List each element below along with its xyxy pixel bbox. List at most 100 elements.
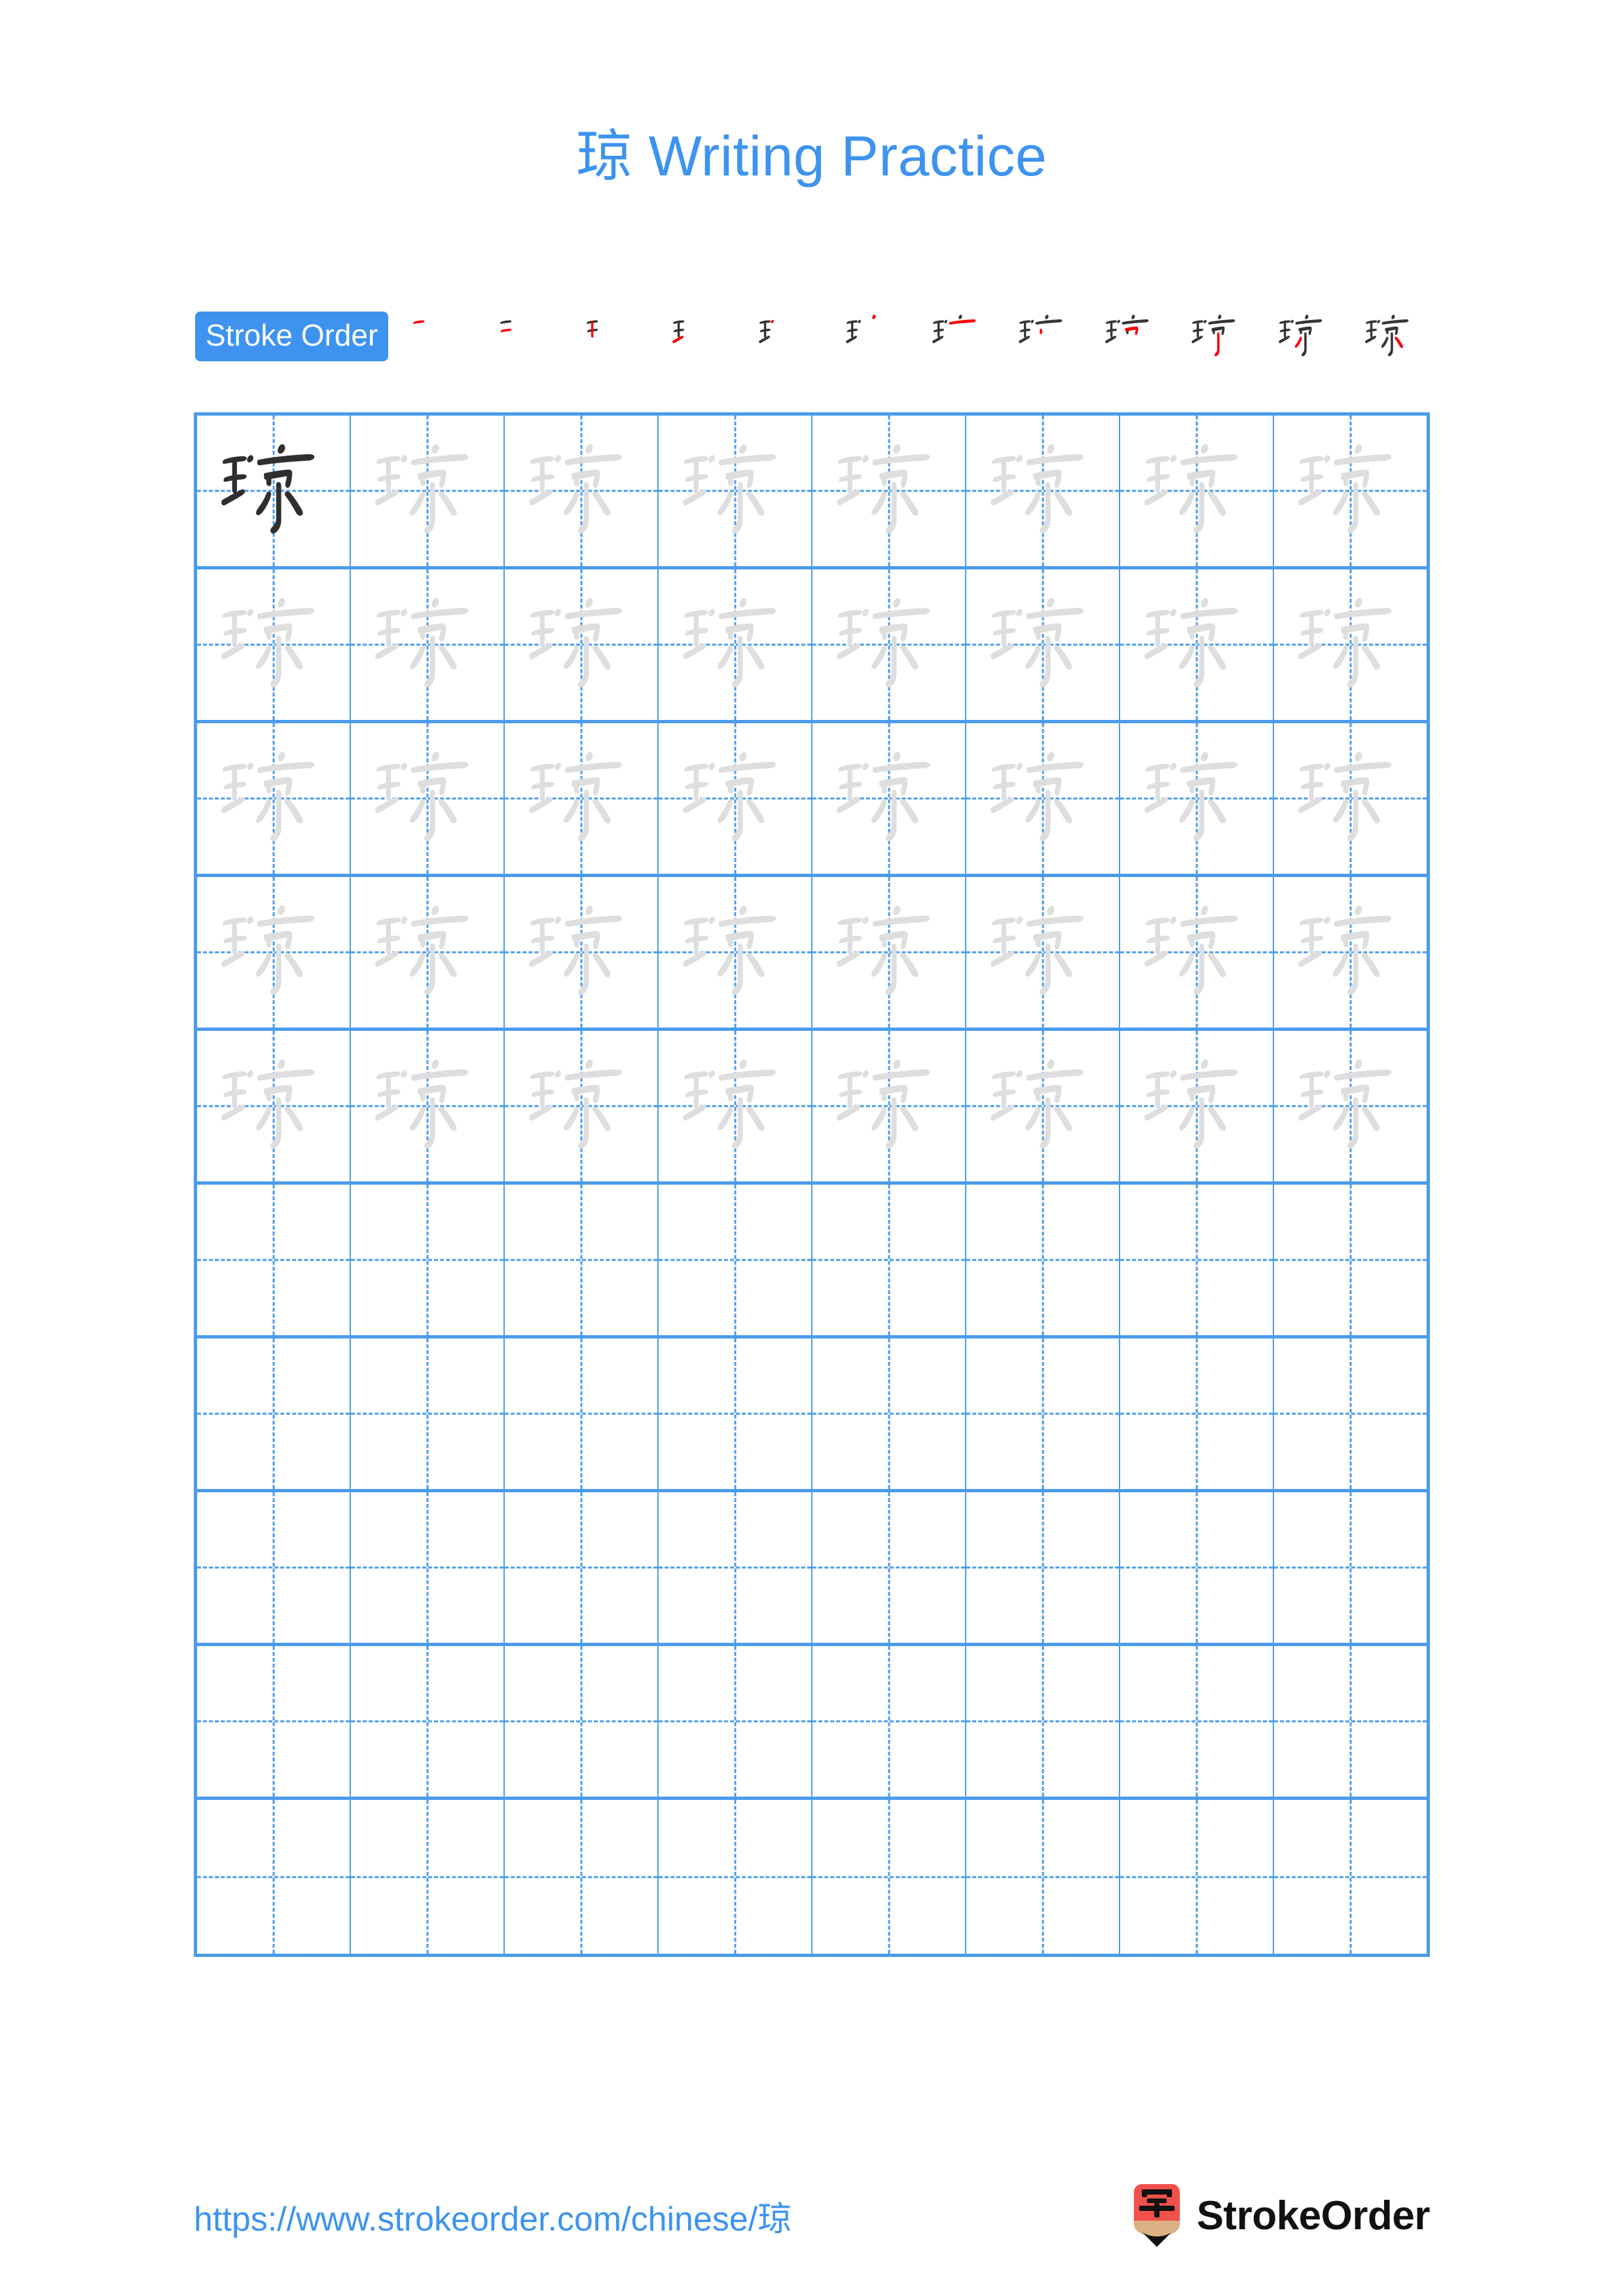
practice-cell[interactable] xyxy=(659,1646,812,1797)
practice-cell[interactable] xyxy=(659,416,812,566)
practice-cell[interactable] xyxy=(505,416,659,566)
practice-cell[interactable] xyxy=(351,723,505,874)
cell-horizontal-guide xyxy=(197,1720,350,1723)
practice-cell[interactable] xyxy=(505,569,659,720)
practice-cell[interactable] xyxy=(1274,416,1427,566)
stroke-diagram-11 xyxy=(1278,314,1322,357)
cell-vertical-guide xyxy=(272,1338,274,1489)
practice-cell[interactable] xyxy=(1120,877,1274,1028)
practice-cell[interactable] xyxy=(659,1185,812,1335)
practice-cell[interactable] xyxy=(1120,569,1274,720)
practice-cell[interactable] xyxy=(966,877,1120,1028)
practice-cell[interactable] xyxy=(505,1800,659,1954)
practice-cell[interactable] xyxy=(1274,1800,1427,1954)
practice-cell[interactable] xyxy=(351,1031,505,1181)
brand-logo[interactable]: StrokeOrder xyxy=(1131,2184,1431,2247)
practice-cell[interactable] xyxy=(197,877,351,1028)
practice-cell[interactable] xyxy=(197,1031,351,1181)
practice-cell[interactable] xyxy=(197,1800,351,1954)
practice-cell[interactable] xyxy=(1274,1185,1427,1335)
practice-cell[interactable] xyxy=(1274,1646,1427,1797)
practice-cell[interactable] xyxy=(1120,723,1274,874)
practice-cell[interactable] xyxy=(505,877,659,1028)
cell-horizontal-guide xyxy=(351,1720,503,1723)
practice-cell[interactable] xyxy=(659,569,812,720)
practice-cell[interactable] xyxy=(659,1031,812,1181)
practice-cell[interactable] xyxy=(966,723,1120,874)
practice-cell[interactable] xyxy=(966,1031,1120,1181)
grid-row xyxy=(197,1031,1427,1185)
practice-cell[interactable] xyxy=(966,1492,1120,1643)
practice-cell[interactable] xyxy=(812,569,966,720)
practice-cell[interactable] xyxy=(966,1646,1120,1797)
practice-cell[interactable] xyxy=(659,723,812,874)
cell-vertical-guide xyxy=(1042,1646,1044,1797)
practice-cell[interactable] xyxy=(351,1646,505,1797)
existing-stroke xyxy=(944,319,947,323)
practice-cell[interactable] xyxy=(1274,1031,1427,1181)
practice-cell[interactable] xyxy=(966,416,1120,566)
practice-cell[interactable] xyxy=(812,1646,966,1797)
practice-cell[interactable] xyxy=(1120,1800,1274,1954)
practice-cell[interactable] xyxy=(351,569,505,720)
practice-cell[interactable] xyxy=(1120,1031,1274,1181)
practice-cell[interactable] xyxy=(966,1185,1120,1335)
new-stroke xyxy=(591,321,594,338)
cell-glyph-holder xyxy=(197,416,350,566)
practice-cell[interactable] xyxy=(1120,416,1274,566)
practice-cell[interactable] xyxy=(812,1492,966,1643)
source-url-link[interactable]: https://www.strokeorder.com/chinese/琼 xyxy=(194,2191,792,2240)
cell-horizontal-guide xyxy=(659,1720,811,1723)
cell-vertical-guide xyxy=(1042,1800,1044,1954)
practice-cell[interactable] xyxy=(505,1646,659,1797)
practice-cell[interactable] xyxy=(1120,1646,1274,1797)
practice-cell[interactable] xyxy=(197,723,351,874)
practice-cell[interactable] xyxy=(1120,1185,1274,1335)
practice-cell[interactable] xyxy=(812,1800,966,1954)
cell-vertical-guide xyxy=(272,1646,274,1797)
practice-cell[interactable] xyxy=(966,569,1120,720)
existing-stroke xyxy=(764,321,767,338)
practice-cell[interactable] xyxy=(351,1338,505,1489)
practice-cell[interactable] xyxy=(351,416,505,566)
practice-cell[interactable] xyxy=(505,723,659,874)
practice-cell[interactable] xyxy=(659,1338,812,1489)
practice-cell[interactable] xyxy=(812,1185,966,1335)
practice-cell[interactable] xyxy=(966,1338,1120,1489)
practice-cell[interactable] xyxy=(1274,877,1427,1028)
practice-cell[interactable] xyxy=(505,1338,659,1489)
practice-cell[interactable] xyxy=(812,723,966,874)
cell-horizontal-guide xyxy=(1274,1876,1427,1878)
practice-cell[interactable] xyxy=(197,1492,351,1643)
existing-stroke xyxy=(1122,319,1149,325)
practice-cell[interactable] xyxy=(812,1338,966,1489)
cell-glyph-holder xyxy=(966,416,1119,566)
practice-cell[interactable] xyxy=(351,1800,505,1954)
cell-vertical-guide xyxy=(734,1338,736,1489)
practice-cell[interactable] xyxy=(1274,1338,1427,1489)
practice-cell[interactable] xyxy=(966,1800,1120,1954)
practice-cell[interactable] xyxy=(812,1031,966,1181)
practice-cell[interactable] xyxy=(351,1492,505,1643)
practice-cell[interactable] xyxy=(659,1800,812,1954)
practice-cell[interactable] xyxy=(197,569,351,720)
practice-cell[interactable] xyxy=(812,877,966,1028)
practice-cell[interactable] xyxy=(197,1646,351,1797)
practice-cell[interactable] xyxy=(505,1185,659,1335)
practice-cell[interactable] xyxy=(505,1492,659,1643)
practice-cell[interactable] xyxy=(197,1338,351,1489)
practice-cell[interactable] xyxy=(1274,569,1427,720)
practice-cell[interactable] xyxy=(1120,1338,1274,1489)
practice-cell[interactable] xyxy=(659,1492,812,1643)
cell-vertical-guide xyxy=(888,1646,890,1797)
practice-cell[interactable] xyxy=(659,877,812,1028)
practice-cell[interactable] xyxy=(1274,723,1427,874)
practice-cell[interactable] xyxy=(197,416,351,566)
practice-cell[interactable] xyxy=(1274,1492,1427,1643)
practice-cell[interactable] xyxy=(197,1185,351,1335)
practice-cell[interactable] xyxy=(505,1031,659,1181)
practice-cell[interactable] xyxy=(1120,1492,1274,1643)
practice-cell[interactable] xyxy=(351,877,505,1028)
practice-cell[interactable] xyxy=(351,1185,505,1335)
practice-cell[interactable] xyxy=(812,416,966,566)
